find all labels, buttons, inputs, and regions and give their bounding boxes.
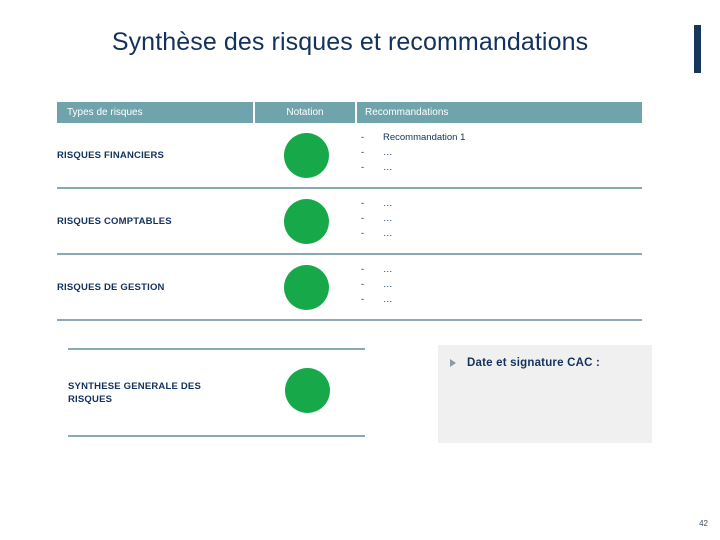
recommendations-cell: - Recommandation 1 - … - …: [357, 123, 642, 187]
column-header-types: Types de risques: [57, 102, 253, 123]
risk-summary-table: Types de risques Notation Recommandation…: [57, 102, 642, 321]
table-row: RISQUES FINANCIERS - Recommandation 1 - …: [57, 123, 642, 189]
general-synthesis-label: SYNTHESE GENERALE DES RISQUES: [68, 380, 258, 406]
bullet-dash: -: [361, 198, 365, 209]
recommendation-item: - …: [361, 160, 642, 175]
recommendation-text: …: [383, 213, 393, 224]
green-circle-icon: [283, 132, 329, 178]
recommendations-cell: - … - … - …: [357, 255, 642, 319]
recommendation-text: …: [383, 147, 393, 158]
bullet-dash: -: [361, 213, 365, 224]
green-circle-icon: [283, 198, 329, 244]
recommendation-item: - …: [361, 196, 642, 211]
recommendation-item: - …: [361, 262, 642, 277]
bullet-dash: -: [361, 264, 365, 275]
signature-box: Date et signature CAC :: [438, 345, 652, 443]
recommendation-item: - Recommandation 1: [361, 130, 642, 145]
recommendation-text: …: [383, 162, 393, 173]
table-row: RISQUES DE GESTION - … - … - …: [57, 255, 642, 321]
page-title: Synthèse des risques et recommandations: [111, 28, 589, 56]
recommendation-text: …: [383, 198, 393, 209]
table-header-row: Types de risques Notation Recommandation…: [57, 102, 642, 123]
bullet-dash: -: [361, 132, 365, 143]
triangle-right-bullet-icon: [450, 359, 456, 367]
title-accent-bar: [694, 25, 701, 73]
green-circle-icon: [283, 264, 329, 310]
bullet-dash: -: [361, 147, 365, 158]
recommendations-cell: - … - … - …: [357, 189, 642, 253]
bullet-dash: -: [361, 228, 365, 239]
notation-cell: [255, 255, 357, 319]
recommendation-item: - …: [361, 145, 642, 160]
risk-type-label: RISQUES FINANCIERS: [57, 149, 165, 161]
signature-row: Date et signature CAC :: [450, 357, 600, 369]
green-circle-icon: [285, 368, 330, 413]
recommendation-text: …: [383, 228, 393, 239]
recommendation-item: - …: [361, 211, 642, 226]
recommendation-text: …: [383, 264, 393, 275]
recommendation-item: - …: [361, 292, 642, 307]
recommendation-item: - …: [361, 226, 642, 241]
recommendation-item: - …: [361, 277, 642, 292]
notation-cell: [255, 189, 357, 253]
risk-type-label: RISQUES DE GESTION: [57, 281, 165, 293]
recommendation-text: Recommandation 1: [383, 132, 466, 143]
bullet-dash: -: [361, 162, 365, 173]
bullet-dash: -: [361, 279, 365, 290]
notation-cell: [255, 123, 357, 187]
signature-label: Date et signature CAC :: [467, 357, 601, 369]
recommendation-text: …: [383, 279, 393, 290]
column-header-notation: Notation: [255, 102, 355, 123]
risk-type-label: RISQUES COMPTABLES: [57, 215, 172, 227]
bullet-dash: -: [361, 294, 365, 305]
column-header-recommandations: Recommandations: [357, 102, 642, 123]
general-synthesis-block: SYNTHESE GENERALE DES RISQUES: [68, 348, 365, 437]
general-synthesis-label-line2: RISQUES: [68, 394, 113, 405]
table-row: RISQUES COMPTABLES - … - … - …: [57, 189, 642, 255]
general-synthesis-label-line1: SYNTHESE GENERALE DES: [68, 381, 202, 392]
recommendation-text: …: [383, 294, 393, 305]
page-number: 42: [699, 519, 708, 528]
